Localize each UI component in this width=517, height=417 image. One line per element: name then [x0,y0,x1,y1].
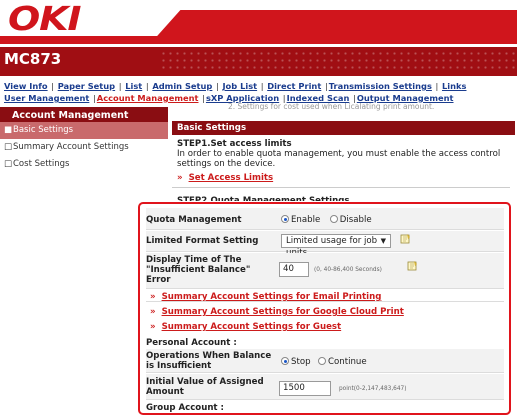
nav-links[interactable]: Links [442,81,467,91]
nav-admin-setup[interactable]: Admin Setup [152,81,212,91]
model-bar [0,47,517,76]
nav-transmission-settings[interactable]: Transmission Settings [329,81,432,91]
step1-block: STEP1.Set access limits In order to enab… [172,135,517,169]
bullet-square-icon: □ [4,142,13,152]
selected-square-icon: ■ [4,125,13,135]
oki-logo: OKI [8,0,81,38]
divider [172,187,510,188]
nav-user-management[interactable]: User Management [4,93,89,103]
set-access-limits-row: » Set Access Limits [172,173,517,183]
sidebar-item-summary-account-settings[interactable]: □Summary Account Settings [0,139,168,156]
step1-title: STEP1.Set access limits [177,139,292,149]
double-arrow-icon: » [177,173,183,183]
sidebar-title: Account Management [0,107,168,122]
nav-view-info[interactable]: View Info [4,81,48,91]
header-logo-band: OKI [0,0,517,44]
main-content: Basic Settings STEP1.Set access limits I… [172,121,517,201]
set-access-limits-link[interactable]: Set Access Limits [189,173,274,183]
sidebar-item-cost-settings[interactable]: □Cost Settings [0,156,168,173]
model-title: MC873 [4,50,62,68]
nav-account-management[interactable]: Account Management [97,93,199,103]
sidebar: Account Management ■Basic Settings □Summ… [0,107,168,173]
nav-paper-setup[interactable]: Paper Setup [58,81,115,91]
top-nav-row1: View Info | Paper Setup | List | Admin S… [4,81,467,91]
nav-direct-print[interactable]: Direct Print [267,81,321,91]
section-title: Basic Settings [172,121,515,135]
step2-title: STEP2.Quota Management Settings [177,196,350,201]
nav-list[interactable]: List [125,81,142,91]
highlight-box [138,202,511,415]
sidebar-item-basic-settings[interactable]: ■Basic Settings [0,122,168,139]
step1-description: In order to enable quota management, you… [177,149,501,169]
nav-job-list[interactable]: Job List [222,81,257,91]
bullet-square-icon: □ [4,159,13,169]
overlapping-caption-text: 2. Settings for cost used when Licalatin… [228,102,435,111]
